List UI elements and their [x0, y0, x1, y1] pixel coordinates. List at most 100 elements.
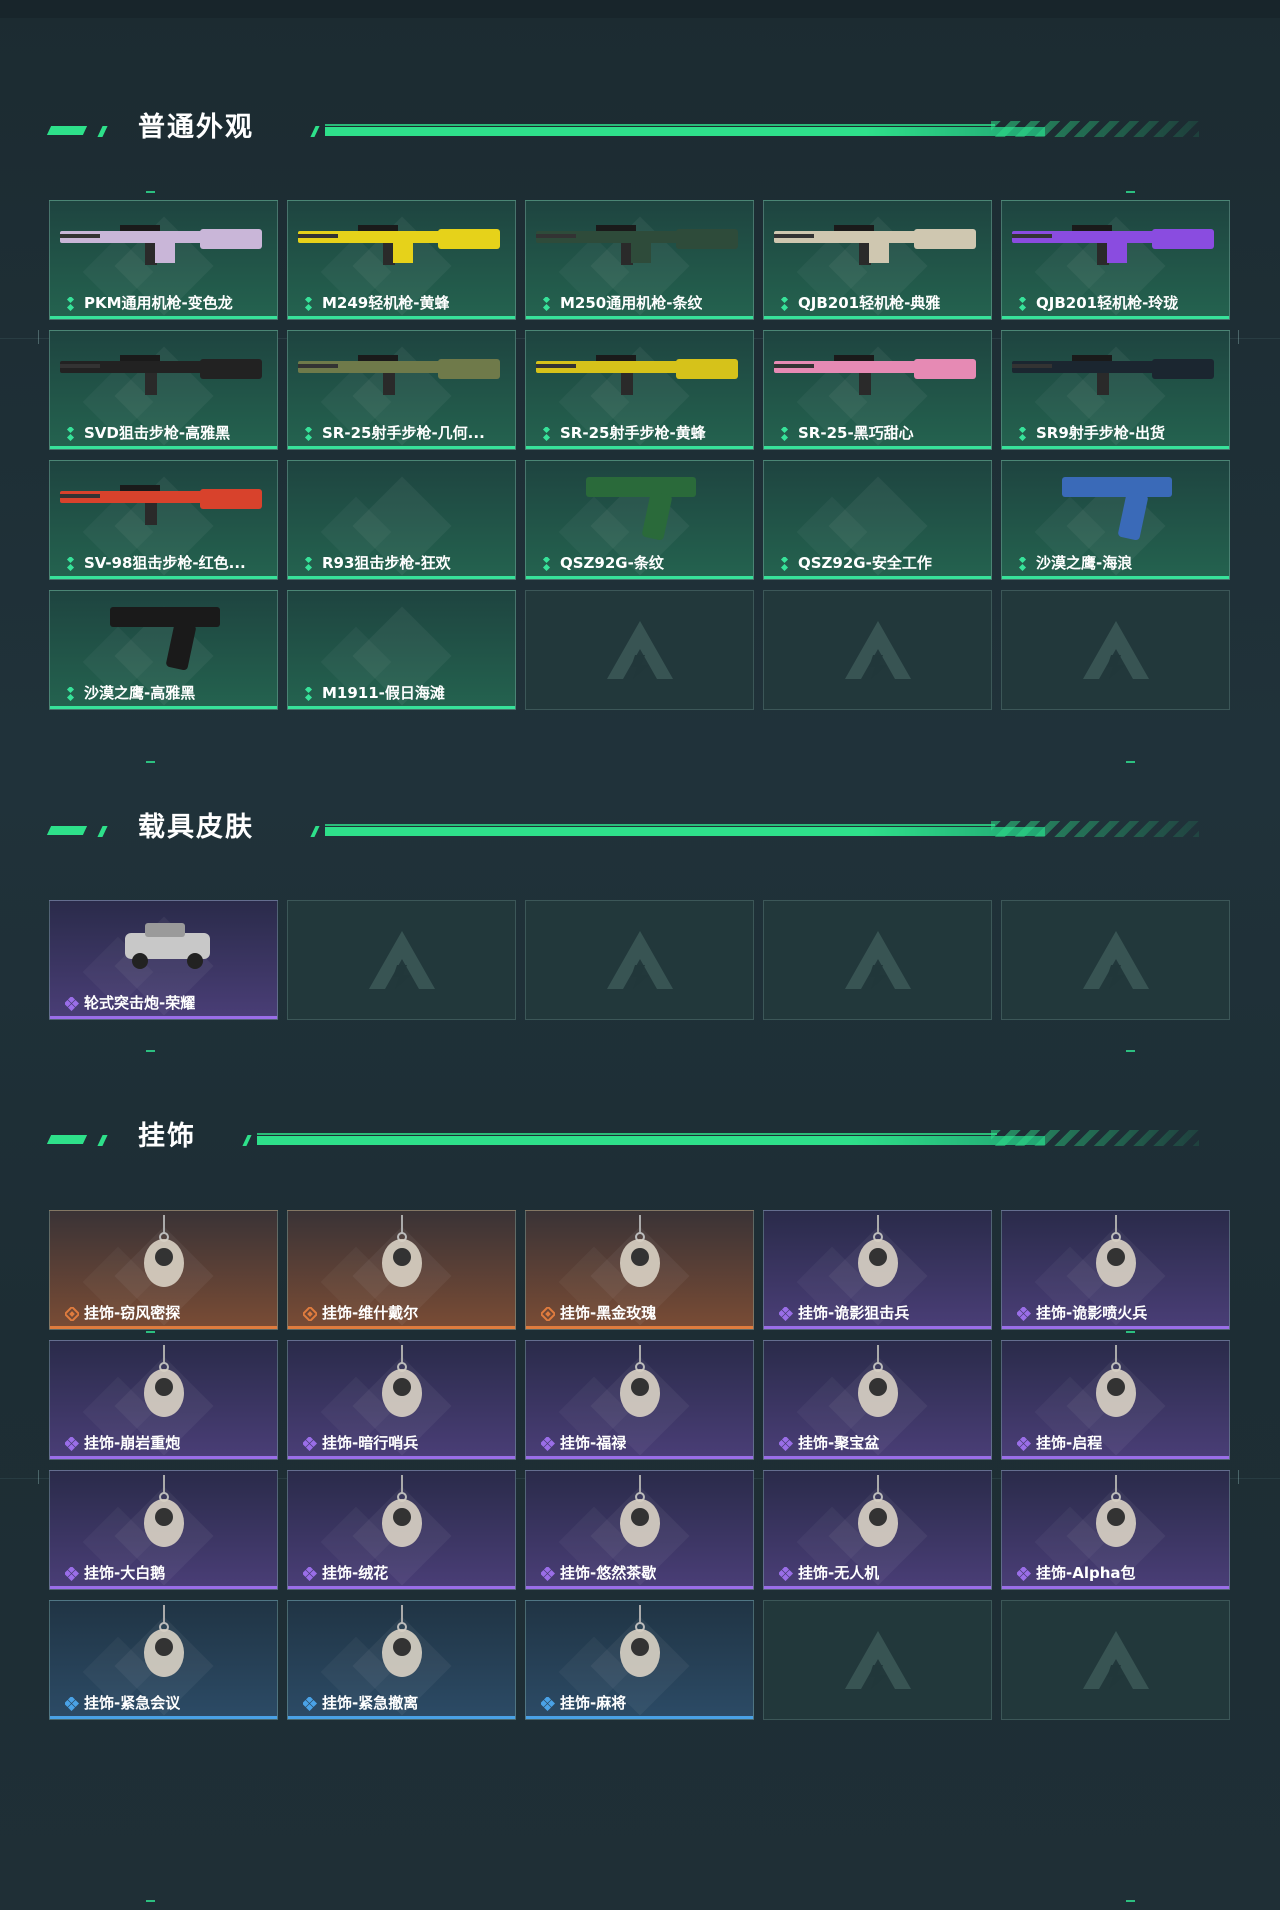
item-card[interactable]: SVD狙击步枪-高雅黑 — [49, 330, 278, 450]
item-card[interactable]: 挂饰-诡影狙击兵 — [763, 1210, 992, 1330]
item-label: 挂饰-黑金玫瑰 — [560, 1304, 657, 1322]
item-card[interactable]: SR9射手步枪-出货 — [1001, 330, 1230, 450]
item-card[interactable]: 挂饰-紧急会议 — [49, 1600, 278, 1720]
charm-icon — [50, 1211, 277, 1301]
item-label: 挂饰-紧急撤离 — [322, 1694, 419, 1712]
item-card[interactable]: 挂饰-绒花 — [287, 1470, 516, 1590]
item-card[interactable]: SR-25射手步枪-几何... — [287, 330, 516, 450]
item-card[interactable]: 挂饰-启程 — [1001, 1340, 1230, 1460]
item-label: PKM通用机枪-变色龙 — [84, 294, 233, 312]
item-card[interactable]: SR-25-黑巧甜心 — [763, 330, 992, 450]
charm-icon — [1002, 1211, 1229, 1301]
item-card[interactable]: 挂饰-无人机 — [763, 1470, 992, 1590]
pistol-icon — [50, 591, 277, 681]
item-card[interactable]: 挂饰-聚宝盆 — [763, 1340, 992, 1460]
item-card[interactable]: 沙漠之鹰-高雅黑 — [49, 590, 278, 710]
item-card[interactable]: 挂饰-紧急撤离 — [287, 1600, 516, 1720]
rarity-green-icon — [65, 425, 79, 442]
tick-marker — [1126, 1900, 1135, 1902]
item-card[interactable]: M249轻机枪-黄蜂 — [287, 200, 516, 320]
item-card[interactable]: 沙漠之鹰-海浪 — [1001, 460, 1230, 580]
item-card[interactable]: 挂饰-福禄 — [525, 1340, 754, 1460]
rarity-purple-icon — [539, 1565, 556, 1582]
charm-icon — [288, 1211, 515, 1301]
item-label: QSZ92G-条纹 — [560, 554, 664, 572]
header-line — [325, 824, 995, 826]
empty-slot — [525, 900, 754, 1020]
item-card[interactable]: 挂饰-维什戴尔 — [287, 1210, 516, 1330]
machine-gun-icon — [288, 201, 515, 291]
machine-gun-icon — [526, 201, 753, 291]
rarity-green-icon — [541, 555, 555, 572]
section-title: 普通外观 — [138, 112, 254, 143]
item-label: 轮式突击炮-荣耀 — [84, 994, 196, 1012]
rarity-green-icon — [1017, 425, 1031, 442]
rarity-purple-icon — [777, 1305, 794, 1322]
item-card[interactable]: QJB201轻机枪-典雅 — [763, 200, 992, 320]
header-accent — [46, 1135, 88, 1144]
empty-slot — [763, 900, 992, 1020]
item-card[interactable]: M250通用机枪-条纹 — [525, 200, 754, 320]
item-card[interactable]: 挂饰-Alpha包 — [1001, 1470, 1230, 1590]
machine-gun-icon — [764, 201, 991, 291]
item-card[interactable]: 挂饰-大白鹅 — [49, 1470, 278, 1590]
item-card[interactable]: M1911-假日海滩 — [287, 590, 516, 710]
sniper-rifle-icon — [50, 331, 277, 421]
item-card[interactable]: 轮式突击炮-荣耀 — [49, 900, 278, 1020]
tick-marker — [146, 191, 155, 193]
pistol-icon — [1002, 461, 1229, 551]
charm-icon — [526, 1601, 753, 1691]
sniper-rifle-icon — [50, 461, 277, 551]
rarity-purple-icon — [777, 1565, 794, 1582]
rarity-orange-icon — [63, 1305, 81, 1323]
tick-marker — [146, 1050, 155, 1052]
item-card[interactable]: R93狙击步枪-狂欢 — [287, 460, 516, 580]
pin-marker — [1238, 330, 1243, 344]
weapon-skins-grid: PKM通用机枪-变色龙 M249轻机枪-黄蜂 M250通用机枪-条纹 QJB201轻机… — [49, 200, 1231, 710]
item-card[interactable]: 挂饰-悠然茶歇 — [525, 1470, 754, 1590]
item-label: SR-25-黑巧甜心 — [798, 424, 914, 442]
section-title: 挂饰 — [138, 1121, 196, 1152]
section-header-charms: 挂饰 — [46, 1119, 1199, 1155]
rarity-green-icon — [1017, 295, 1031, 312]
item-label: 挂饰-福禄 — [560, 1434, 627, 1452]
item-card[interactable]: SR-25射手步枪-黄蜂 — [525, 330, 754, 450]
rarity-purple-icon — [63, 1435, 80, 1452]
game-logo-icon — [1081, 619, 1151, 681]
charm-icon — [50, 1341, 277, 1431]
item-label: 挂饰-无人机 — [798, 1564, 880, 1582]
header-line — [325, 124, 995, 126]
item-label: 挂饰-窃风密探 — [84, 1304, 181, 1322]
header-accent — [46, 126, 88, 135]
item-card[interactable]: PKM通用机枪-变色龙 — [49, 200, 278, 320]
item-card[interactable]: 挂饰-黑金玫瑰 — [525, 1210, 754, 1330]
rarity-green-icon — [1017, 555, 1031, 572]
header-checker-pattern — [991, 121, 1199, 137]
vehicle-skins-grid: 轮式突击炮-荣耀 — [49, 900, 1231, 1020]
item-card[interactable]: QJB201轻机枪-玲珑 — [1001, 200, 1230, 320]
pin-marker — [1238, 1470, 1243, 1484]
charm-icon — [764, 1341, 991, 1431]
machine-gun-icon — [50, 201, 277, 291]
rarity-blue-icon — [301, 1695, 318, 1712]
item-card[interactable]: 挂饰-麻将 — [525, 1600, 754, 1720]
item-card[interactable]: 挂饰-崩岩重炮 — [49, 1340, 278, 1460]
pin-marker — [38, 1470, 43, 1484]
item-label: 挂饰-暗行哨兵 — [322, 1434, 419, 1452]
item-card[interactable]: 挂饰-诡影喷火兵 — [1001, 1210, 1230, 1330]
item-card[interactable]: QSZ92G-安全工作 — [763, 460, 992, 580]
section-title: 载具皮肤 — [138, 812, 254, 843]
item-card[interactable]: 挂饰-暗行哨兵 — [287, 1340, 516, 1460]
item-card[interactable]: QSZ92G-条纹 — [525, 460, 754, 580]
rarity-green-icon — [65, 295, 79, 312]
rarity-green-icon — [65, 685, 79, 702]
header-accent — [97, 826, 108, 837]
item-label: 挂饰-麻将 — [560, 1694, 627, 1712]
item-label: M250通用机枪-条纹 — [560, 294, 703, 312]
header-bar — [325, 827, 1045, 836]
item-label: 挂饰-Alpha包 — [1036, 1564, 1136, 1582]
item-label: 挂饰-绒花 — [322, 1564, 389, 1582]
header-accent — [242, 1135, 252, 1146]
item-card[interactable]: 挂饰-窃风密探 — [49, 1210, 278, 1330]
item-card[interactable]: SV-98狙击步枪-红色... — [49, 460, 278, 580]
